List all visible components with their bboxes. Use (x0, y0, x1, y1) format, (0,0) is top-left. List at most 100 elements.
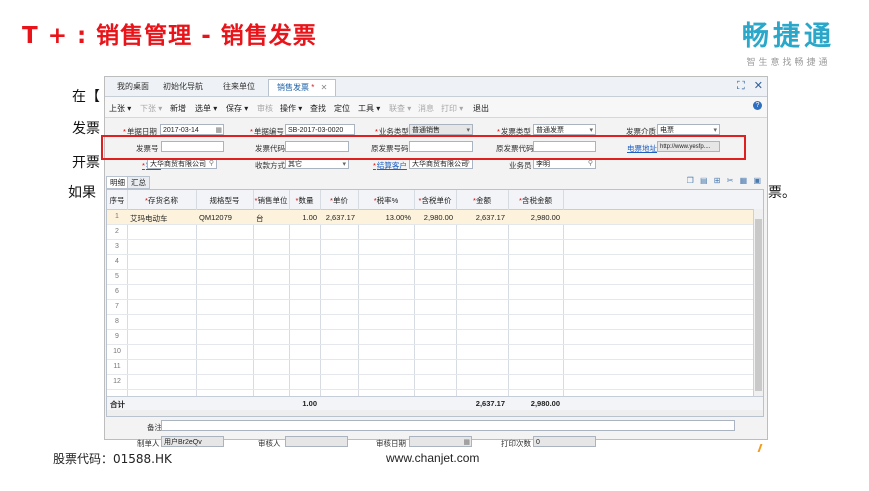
col-tax-rate: 税率% (358, 195, 414, 206)
vertical-scrollbar[interactable] (753, 209, 763, 396)
row-number: 3 (115, 243, 119, 250)
help-icon[interactable]: ? (753, 101, 762, 110)
col-tax-price: 含税单价 (414, 195, 456, 206)
copy-icon[interactable]: ❐ (687, 176, 694, 185)
maker-field: 用户Br2eQv (161, 436, 224, 447)
column-settings-icon[interactable]: ▦ (740, 176, 748, 185)
print-count-field: 0 (533, 436, 596, 447)
salesman-label: 业务员 (509, 161, 532, 170)
table-row[interactable]: 11 (107, 360, 763, 375)
tab-partners[interactable]: 往来单位 (223, 81, 255, 92)
remark-label: 备注 (147, 423, 162, 432)
link-query-button[interactable]: 联查 ▾ (389, 103, 411, 114)
tab-sales-invoice[interactable]: 销售发票 * ✕ (268, 79, 337, 96)
export-icon[interactable]: ▣ (753, 176, 761, 185)
select-doc-button[interactable]: 选单 ▾ (195, 103, 217, 114)
table-row[interactable]: 12 (107, 375, 763, 390)
print-button[interactable]: 打印 ▾ (441, 103, 463, 114)
maximize-icon[interactable]: ⛶ (737, 80, 745, 92)
cell-amount[interactable]: 2,637.17 (456, 213, 505, 222)
insert-row-icon[interactable]: ⊞ (714, 176, 721, 185)
row-number: 2 (115, 228, 119, 235)
bg-text-5: 票。 (768, 185, 796, 201)
table-row[interactable]: 10 (107, 345, 763, 360)
row-number: 12 (113, 378, 121, 385)
scrollbar-thumb[interactable] (755, 219, 762, 391)
table-row[interactable]: 7 (107, 300, 763, 315)
tab-bar: 我的桌面 初始化导航 往来单位 销售发票 * ✕ ⛶ ✕ (105, 77, 767, 97)
cell-tax-amount[interactable]: 2,980.00 (508, 213, 560, 222)
doc-date-field[interactable]: 2017-03-14 (160, 124, 224, 135)
cell-unit[interactable]: 台 (256, 213, 264, 224)
inv-medium-select[interactable]: 电票 (657, 124, 720, 135)
cell-item-name[interactable]: 艾玛电动车 (130, 213, 168, 224)
pay-method-label: 收款方式 (255, 161, 285, 170)
chanjet-logo: 畅捷通 智生意找畅捷通 (742, 14, 835, 68)
tab-summary[interactable]: 汇总 (127, 176, 150, 189)
grid-total-row: 合计 1.00 2,637.17 2,980.00 (107, 396, 763, 411)
operate-button[interactable]: 操作 ▾ (280, 103, 302, 114)
next-button[interactable]: 下张 ▾ (140, 103, 162, 114)
bg-text-2: 发票 (72, 121, 100, 137)
locate-button[interactable]: 定位 (334, 103, 350, 114)
remark-field[interactable] (161, 420, 735, 431)
close-window-icon[interactable]: ✕ (754, 80, 763, 92)
row-number: 9 (115, 333, 119, 340)
total-tax-amount: 2,980.00 (530, 399, 560, 408)
cell-spec[interactable]: QM12079 (199, 213, 232, 222)
bg-text-1: 在【 (72, 89, 100, 105)
tab-detail[interactable]: 明细 (106, 176, 129, 189)
prev-button[interactable]: 上张 ▾ (109, 103, 131, 114)
new-button[interactable]: 新增 (170, 103, 186, 114)
exit-button[interactable]: 退出 (473, 103, 489, 114)
table-row[interactable]: 3 (107, 240, 763, 255)
bg-text-3: 开票 (72, 155, 100, 171)
table-row[interactable]: 9 (107, 330, 763, 345)
tools-button[interactable]: 工具 ▾ (358, 103, 380, 114)
horizontal-scrollbar[interactable] (107, 410, 763, 416)
detail-grid: 序号 存货名称 规格型号 销售单位 数量 单价 税率% 含税单价 金额 含税金额… (106, 189, 764, 417)
col-spec: 规格型号 (209, 196, 240, 205)
save-button[interactable]: 保存 ▾ (226, 103, 248, 114)
close-tab-icon[interactable]: ✕ (321, 83, 328, 92)
col-seq: 序号 (109, 196, 125, 205)
cell-price[interactable]: 2,637.17 (320, 213, 355, 222)
tab-init-nav[interactable]: 初始化导航 (163, 81, 203, 92)
grid-header: 序号 存货名称 规格型号 销售单位 数量 单价 税率% 含税单价 金额 含税金额 (107, 190, 763, 210)
corner-mark-icon (757, 444, 771, 452)
col-item-name: 存货名称 (127, 195, 196, 206)
table-row[interactable]: 4 (107, 255, 763, 270)
audit-button[interactable]: 审核 (257, 103, 273, 114)
website: www.chanjet.com (386, 451, 480, 465)
delete-row-icon[interactable]: ✂ (727, 176, 734, 185)
stock-code: 股票代码：01588.HK (53, 452, 172, 466)
table-row[interactable]: 6 (107, 285, 763, 300)
row-number: 5 (115, 273, 119, 280)
message-button[interactable]: 消息 (418, 103, 434, 114)
auditor-field (285, 436, 348, 447)
auditor-label: 审核人 (258, 439, 281, 448)
biz-type-select[interactable]: 普通销售 (409, 124, 473, 135)
inv-type-select[interactable]: 普通发票 (533, 124, 596, 135)
table-row[interactable]: 2 (107, 225, 763, 240)
col-unit: 销售单位 (253, 195, 289, 206)
doc-no-field[interactable]: SB-2017-03-0020 (285, 124, 355, 135)
tab-desktop[interactable]: 我的桌面 (117, 81, 149, 92)
find-button[interactable]: 查找 (310, 103, 326, 114)
table-row[interactable]: 5 (107, 270, 763, 285)
table-row[interactable]: 1 艾玛电动车 QM12079 台 1.00 2,637.17 13.00% 2… (107, 210, 763, 225)
settle-customer-label[interactable]: 结算客户 (373, 160, 407, 171)
table-row[interactable]: 8 (107, 315, 763, 330)
cell-qty[interactable]: 1.00 (289, 213, 317, 222)
row-number: 8 (115, 318, 119, 325)
total-label: 合计 (110, 400, 125, 409)
total-qty: 1.00 (302, 399, 317, 408)
cell-tax-price[interactable]: 2,980.00 (414, 213, 453, 222)
col-tax-amount: 含税金额 (508, 195, 563, 206)
maker-label: 制单人 (137, 439, 160, 448)
paste-icon[interactable]: ▤ (700, 176, 708, 185)
detail-tabs: 明细 汇总 ❐ ▤ ⊞ ✂ ▦ ▣ (105, 176, 767, 189)
col-qty: 数量 (289, 195, 320, 206)
logo-subtitle: 智生意找畅捷通 (746, 57, 831, 67)
cell-tax-rate[interactable]: 13.00% (358, 213, 411, 222)
